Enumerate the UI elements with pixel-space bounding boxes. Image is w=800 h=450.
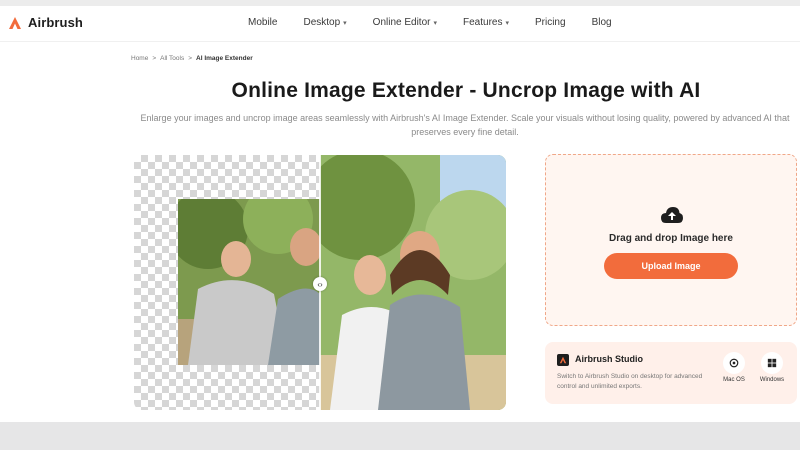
airbrush-studio-logo-icon — [557, 354, 569, 366]
cloud-upload-icon — [661, 207, 683, 223]
page: Airbrush Mobile Desktop ▾ Online Editor ▾ … — [0, 6, 800, 422]
nav-online-editor-label: Online Editor — [372, 17, 431, 28]
main-menu: Mobile Desktop ▾ Online Editor ▾ Features ▾… — [248, 17, 612, 28]
apple-icon — [723, 352, 745, 374]
breadcrumb-separator: > — [152, 55, 157, 62]
nav-desktop-label: Desktop — [303, 17, 341, 28]
studio-title: Airbrush Studio — [575, 354, 643, 364]
dropzone-prompt: Drag and drop Image here — [609, 233, 733, 244]
page-title: Online Image Extender - Uncrop Image wit… — [231, 79, 701, 102]
breadcrumb-current: AI Image Extender — [196, 55, 253, 62]
studio-description: Switch to Airbrush Studio on desktop for… — [557, 373, 703, 390]
chevron-down-icon: ▾ — [343, 19, 347, 27]
nav-mobile[interactable]: Mobile — [248, 17, 277, 28]
upload-dropzone[interactable]: Drag and drop Image here Upload Image — [545, 154, 797, 326]
windows-download-button[interactable]: Windows — [755, 352, 789, 383]
nav-desktop[interactable]: Desktop ▾ — [303, 17, 346, 28]
extended-photo — [320, 155, 506, 410]
nav-pricing-label: Pricing — [534, 17, 566, 28]
nav-online-editor[interactable]: Online Editor ▾ — [373, 17, 437, 28]
compare-slider-handle[interactable]: ‹› — [313, 277, 327, 291]
nav-blog[interactable]: Blog — [592, 17, 612, 28]
brand-logo[interactable]: Airbrush — [8, 15, 83, 30]
nav-pricing[interactable]: Pricing — [535, 17, 566, 28]
airbrush-logo-icon — [9, 16, 21, 29]
before-after-preview: ‹› — [134, 155, 506, 410]
macos-download-button[interactable]: Mac OS — [717, 352, 751, 383]
windows-icon — [761, 352, 783, 374]
breadcrumb: Home > All Tools > AI Image Extender — [131, 55, 253, 62]
windows-label: Windows — [759, 377, 785, 383]
breadcrumb-home[interactable]: Home — [131, 55, 148, 62]
top-navbar: Airbrush Mobile Desktop ▾ Online Editor ▾ … — [0, 6, 800, 42]
page-subtitle: Enlarge your images and uncrop image are… — [140, 113, 790, 137]
breadcrumb-separator: > — [188, 55, 193, 62]
nav-blog-label: Blog — [591, 17, 612, 28]
original-photo-crop — [178, 199, 320, 365]
nav-features[interactable]: Features ▾ — [463, 17, 509, 28]
chevron-down-icon: ▾ — [433, 19, 437, 27]
airbrush-studio-card: Airbrush Studio Switch to Airbrush Studi… — [545, 342, 797, 404]
nav-mobile-label: Mobile — [248, 17, 278, 28]
drag-arrows-icon: ‹› — [317, 279, 323, 289]
nav-features-label: Features — [463, 17, 503, 28]
brand-name: Airbrush — [28, 15, 83, 30]
bottom-strip — [0, 422, 800, 450]
chevron-down-icon: ▾ — [505, 19, 509, 27]
upload-image-button[interactable]: Upload Image — [604, 253, 738, 279]
breadcrumb-all-tools[interactable]: All Tools — [160, 55, 184, 62]
macos-label: Mac OS — [723, 377, 745, 383]
